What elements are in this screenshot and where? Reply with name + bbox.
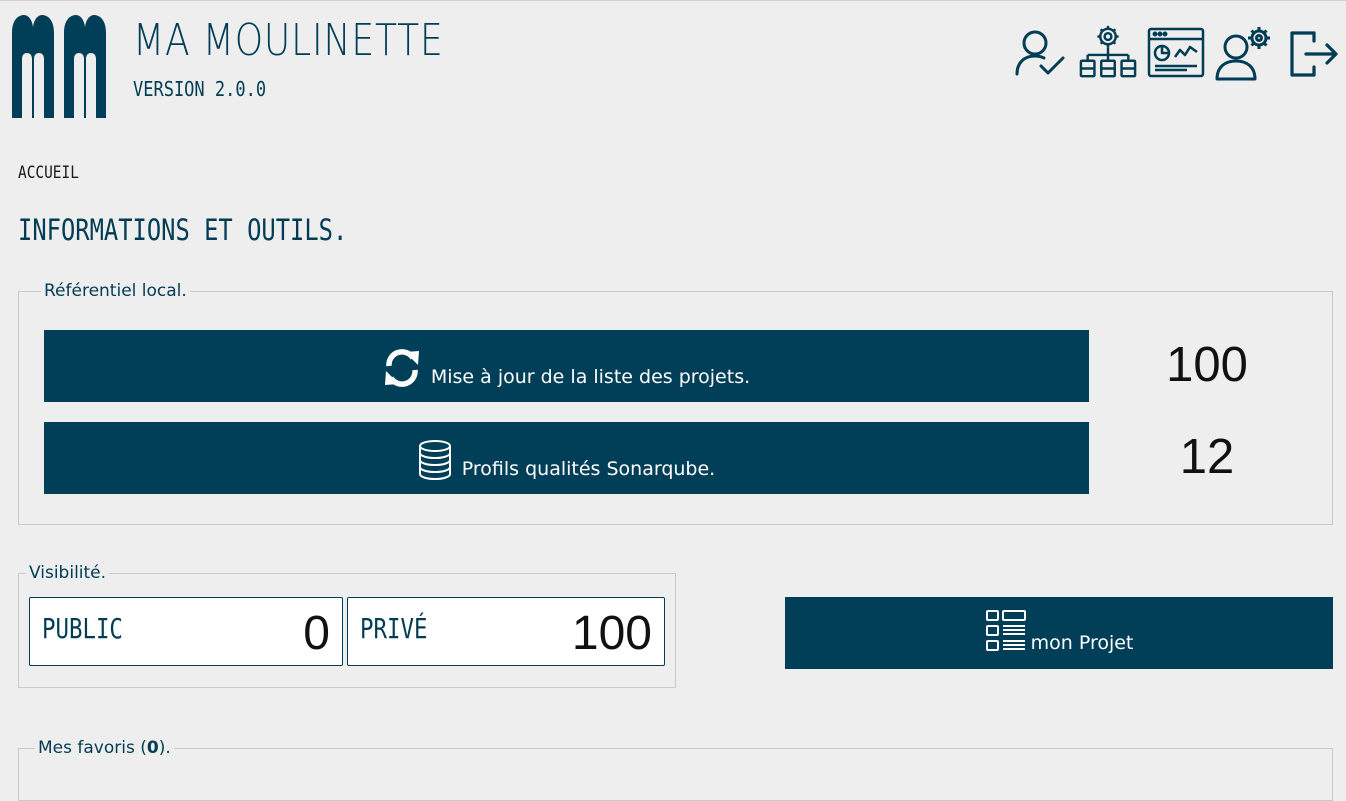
- public-label: PUBLIC: [42, 612, 123, 645]
- my-project-label: mon Projet: [1030, 632, 1134, 654]
- hierarchy-gear-icon[interactable]: [1078, 21, 1138, 85]
- app-version: VERSION 2.0.0: [133, 77, 267, 101]
- quality-profiles-label: Profils qualités Sonarqube.: [461, 458, 716, 480]
- users-settings-icon[interactable]: [1214, 21, 1274, 85]
- page-title: INFORMATIONS ET OUTILS.: [18, 213, 348, 247]
- app-title: MA MOULINETTE: [133, 15, 444, 66]
- visibility-legend: Visibilité.: [29, 563, 107, 583]
- logout-icon[interactable]: [1282, 21, 1342, 85]
- refresh-projects-label: Mise à jour de la liste des projets.: [430, 366, 751, 388]
- private-value: 100: [571, 607, 652, 660]
- dashboard-window-icon[interactable]: [1146, 21, 1206, 85]
- favorites-legend: Mes favoris (0).: [35, 738, 174, 758]
- header-toolbar: [1010, 21, 1342, 85]
- favorites-count: 0: [146, 738, 159, 758]
- favorites-section: Mes favoris (0).: [18, 738, 1333, 801]
- my-project-button[interactable]: mon Projet: [785, 597, 1333, 669]
- private-label: PRIVÉ: [360, 612, 428, 645]
- referentiel-legend: Référentiel local.: [44, 281, 187, 301]
- profiles-count: 12: [1179, 430, 1235, 484]
- private-projects-card[interactable]: PRIVÉ 100: [347, 597, 665, 666]
- refresh-icon: [383, 348, 421, 388]
- projects-count: 100: [1166, 338, 1248, 392]
- public-value: 0: [303, 607, 330, 660]
- favorites-legend-suffix: ).: [158, 738, 171, 758]
- breadcrumb[interactable]: ACCUEIL: [18, 163, 79, 183]
- refresh-projects-button[interactable]: Mise à jour de la liste des projets.: [44, 330, 1089, 402]
- list-layout-icon: [985, 609, 1027, 653]
- public-projects-card[interactable]: PUBLIC 0: [29, 597, 343, 666]
- user-check-icon[interactable]: [1010, 21, 1070, 85]
- app-logo: [12, 15, 106, 118]
- quality-profiles-button[interactable]: Profils qualités Sonarqube.: [44, 422, 1089, 494]
- favorites-legend-prefix: Mes favoris (: [38, 738, 147, 758]
- database-icon: [418, 440, 452, 480]
